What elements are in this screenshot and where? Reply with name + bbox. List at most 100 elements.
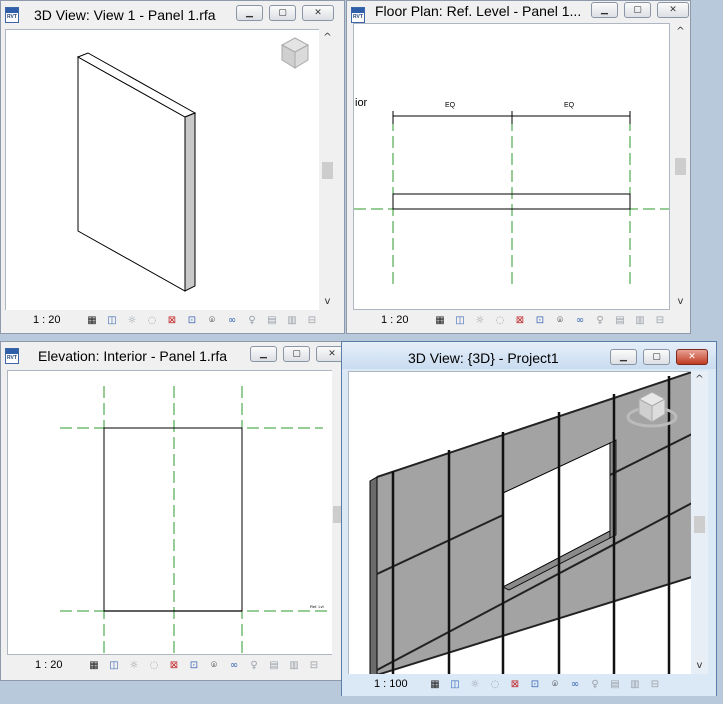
reveal-hidden-icon[interactable]: ∞	[227, 659, 241, 672]
view-scale[interactable]: 1 : 20	[35, 659, 63, 671]
view-control-bar: 1 : 20 ▦ ◫ ☼ ◌ ⊠ ⊡ ⌾ ∞ ♀ ▤ ▥ ⊟	[1, 310, 344, 332]
reveal-hidden-icon[interactable]: ∞	[573, 314, 587, 327]
vertical-scrollbar[interactable]: ^ v	[319, 29, 336, 312]
viewcube-icon	[280, 37, 310, 69]
view-scale[interactable]: 1 : 20	[33, 314, 61, 326]
titlebar[interactable]: 3D View: {3D} - Project1 ▁ ▢ ✕	[342, 342, 716, 369]
visual-style-icon[interactable]: ◫	[105, 314, 119, 327]
scroll-up-icon[interactable]: ^	[691, 373, 708, 387]
constraints-icon[interactable]: ⊟	[305, 314, 319, 327]
scroll-up-icon[interactable]: ^	[319, 31, 336, 45]
show-crop-icon[interactable]: ⊡	[533, 314, 547, 327]
revit-app-icon: RVT	[5, 348, 19, 364]
window-title: 3D View: {3D} - Project1	[408, 350, 559, 366]
titlebar[interactable]: RVT Elevation: Interior - Panel 1.rfa ▁ …	[1, 342, 348, 369]
detail-level-icon[interactable]: ▦	[428, 678, 442, 691]
show-crop-icon[interactable]: ⊡	[185, 314, 199, 327]
detail-level-icon[interactable]: ▦	[85, 314, 99, 327]
maximize-button[interactable]: ▢	[283, 346, 310, 362]
level-label: ior	[355, 97, 368, 109]
sun-path-icon[interactable]: ☼	[127, 659, 141, 672]
scroll-down-icon[interactable]: v	[691, 659, 708, 673]
show-crop-icon[interactable]: ⊡	[528, 678, 542, 691]
minimize-button[interactable]: ▁	[236, 5, 263, 21]
sun-path-icon[interactable]: ☼	[468, 678, 482, 691]
temporary-view-icon[interactable]: ▤	[613, 314, 627, 327]
show-crop-icon[interactable]: ⊡	[187, 659, 201, 672]
temporary-view-icon[interactable]: ▤	[608, 678, 622, 691]
close-button[interactable]: ✕	[676, 349, 708, 365]
view-canvas[interactable]	[5, 29, 320, 312]
minimize-button[interactable]: ▁	[610, 349, 637, 365]
analysis-icon[interactable]: ▥	[285, 314, 299, 327]
scroll-up-icon[interactable]: ^	[672, 25, 689, 39]
maximize-button[interactable]: ▢	[624, 2, 651, 18]
temporary-hide-icon[interactable]: ⌾	[207, 659, 221, 672]
temporary-hide-icon[interactable]: ⌾	[205, 314, 219, 327]
crop-region-icon[interactable]: ⊠	[165, 314, 179, 327]
elevation-drawing	[60, 386, 340, 654]
reveal-hidden-icon[interactable]: ∞	[225, 314, 239, 327]
temporary-view-icon[interactable]: ▤	[267, 659, 281, 672]
analysis-icon[interactable]: ▥	[633, 314, 647, 327]
visual-style-icon[interactable]: ◫	[453, 314, 467, 327]
sun-path-icon[interactable]: ☼	[125, 314, 139, 327]
minimize-button[interactable]: ▁	[250, 346, 277, 362]
floor-plan-drawing	[354, 111, 669, 284]
maximize-button[interactable]: ▢	[643, 349, 670, 365]
dimension-label[interactable]: EQ	[445, 102, 455, 109]
view-scale[interactable]: 1 : 20	[381, 314, 409, 326]
view-scale[interactable]: 1 : 100	[374, 678, 408, 690]
close-button[interactable]: ✕	[657, 2, 689, 18]
constraints-icon[interactable]: ⊟	[653, 314, 667, 327]
constraints-icon[interactable]: ⊟	[307, 659, 321, 672]
scroll-down-icon[interactable]: v	[319, 295, 336, 309]
visual-style-icon[interactable]: ◫	[107, 659, 121, 672]
dimension-label[interactable]: EQ	[564, 102, 574, 109]
temporary-view-icon[interactable]: ▤	[265, 314, 279, 327]
reveal-hidden-icon[interactable]: ∞	[568, 678, 582, 691]
panel-3d-drawing	[76, 37, 310, 292]
shadows-icon[interactable]: ◌	[147, 659, 161, 672]
shadows-icon[interactable]: ◌	[488, 678, 502, 691]
detail-level-icon[interactable]: ▦	[87, 659, 101, 672]
temporary-hide-icon[interactable]: ⌾	[548, 678, 562, 691]
analysis-icon[interactable]: ▥	[287, 659, 301, 672]
view-canvas[interactable]: EQ EQ ior	[353, 23, 670, 310]
window-3d-project[interactable]: 3D View: {3D} - Project1 ▁ ▢ ✕ ^ v 1: 1…	[341, 341, 717, 696]
analysis-icon[interactable]: ▥	[628, 678, 642, 691]
close-button[interactable]: ✕	[302, 5, 334, 21]
window-elevation[interactable]: RVT Elevation: Interior - Panel 1.rfa ▁ …	[0, 341, 348, 681]
temporary-hide-icon[interactable]: ⌾	[553, 314, 567, 327]
visual-style-icon[interactable]: ◫	[448, 678, 462, 691]
vertical-scrollbar[interactable]: ^ v	[672, 23, 689, 310]
window-3d-view-panel[interactable]: RVT 3D View: View 1 - Panel 1.rfa ▁ ▢ ✕ …	[0, 0, 345, 334]
lightbulb-icon[interactable]: ♀	[247, 659, 261, 672]
sun-path-icon[interactable]: ☼	[473, 314, 487, 327]
crop-region-icon[interactable]: ⊠	[167, 659, 181, 672]
shadows-icon[interactable]: ◌	[493, 314, 507, 327]
window-floor-plan[interactable]: RVT Floor Plan: Ref. Level - Panel 1... …	[346, 0, 691, 334]
view-canvas[interactable]	[348, 371, 693, 676]
scroll-thumb[interactable]	[694, 516, 705, 533]
constraints-icon[interactable]: ⊟	[648, 678, 662, 691]
lightbulb-icon[interactable]: ♀	[588, 678, 602, 691]
vertical-scrollbar[interactable]: ^ v	[691, 371, 708, 676]
level-tag[interactable]: Ref. Lvl	[310, 604, 324, 609]
lightbulb-icon[interactable]: ♀	[593, 314, 607, 327]
lightbulb-icon[interactable]: ♀	[245, 314, 259, 327]
scroll-thumb[interactable]	[675, 158, 686, 175]
panel-elevation-outline	[103, 427, 243, 612]
scroll-thumb[interactable]	[322, 162, 333, 179]
crop-region-icon[interactable]: ⊠	[508, 678, 522, 691]
view-canvas[interactable]: Ref. Lvl	[7, 370, 341, 655]
panel-front-face	[77, 56, 186, 292]
maximize-button[interactable]: ▢	[269, 5, 296, 21]
shadows-icon[interactable]: ◌	[145, 314, 159, 327]
scroll-down-icon[interactable]: v	[672, 295, 689, 309]
window-title: Floor Plan: Ref. Level - Panel 1...	[375, 3, 582, 19]
crop-region-icon[interactable]: ⊠	[513, 314, 527, 327]
minimize-button[interactable]: ▁	[591, 2, 618, 18]
titlebar[interactable]: RVT 3D View: View 1 - Panel 1.rfa ▁ ▢ ✕	[1, 1, 344, 28]
detail-level-icon[interactable]: ▦	[433, 314, 447, 327]
